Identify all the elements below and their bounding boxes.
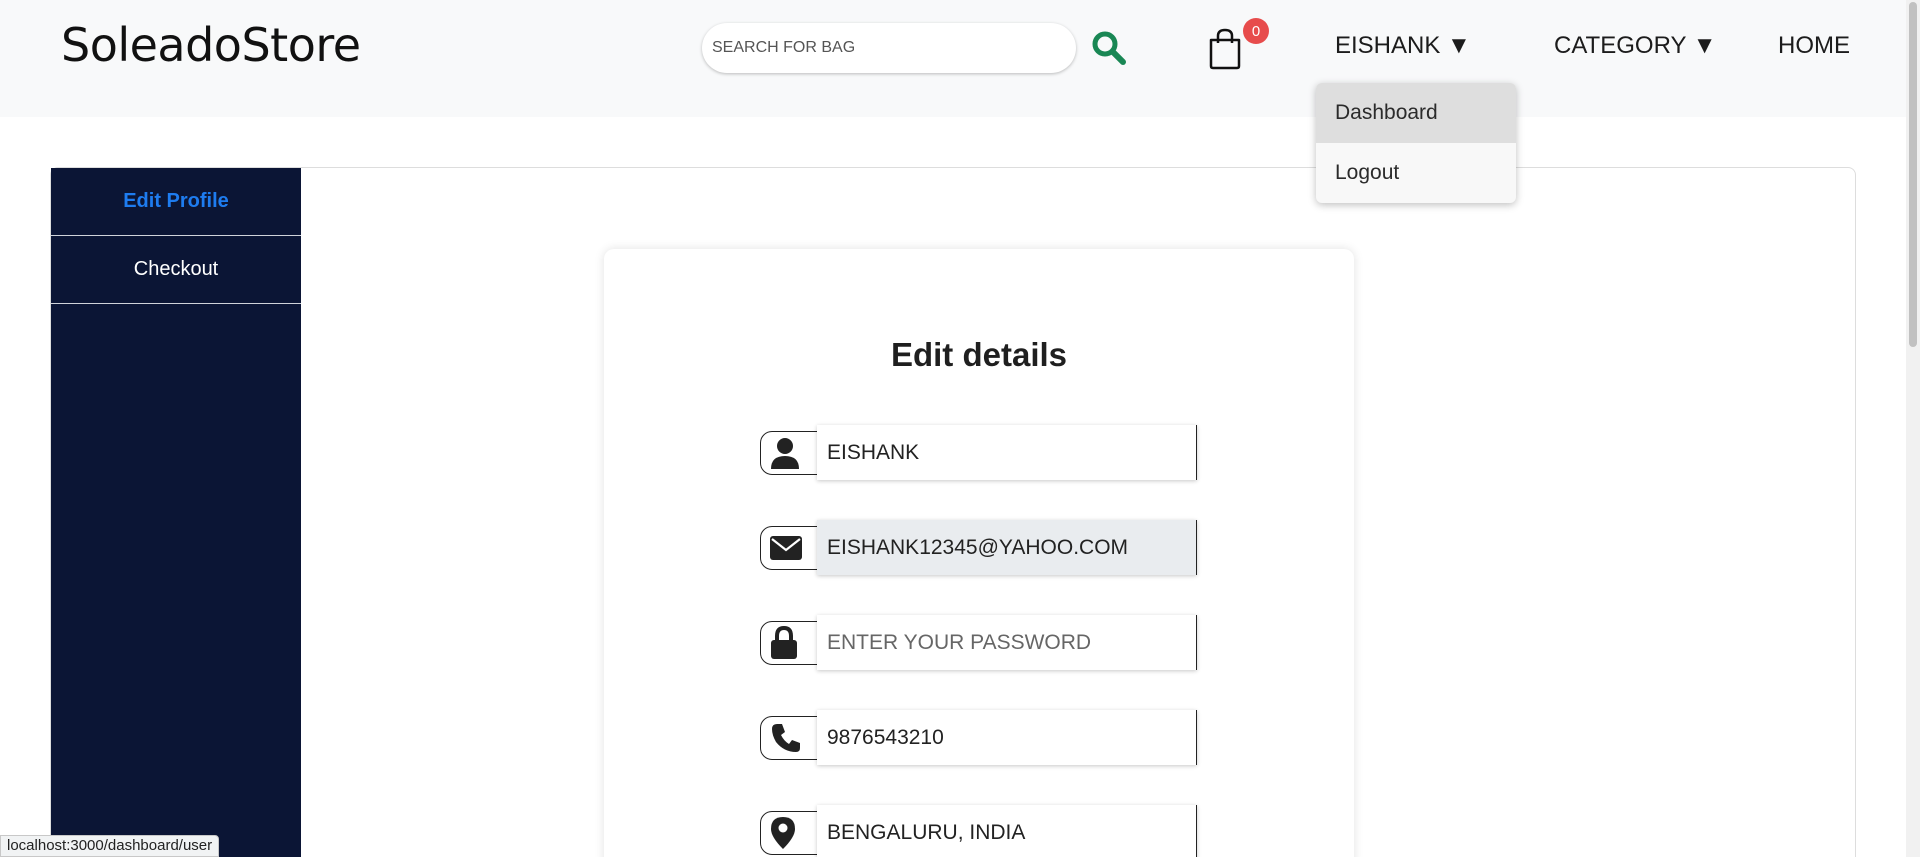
sidebar-item-checkout[interactable]: Checkout xyxy=(51,236,301,304)
email-field-row xyxy=(760,520,1197,575)
search-input[interactable] xyxy=(702,23,1076,73)
navbar: SoleadoStore 0 EISHANK ▼ CATEGORY ▼ HOME xyxy=(0,0,1920,117)
phone-icon xyxy=(760,716,820,760)
address-field-row xyxy=(760,805,1197,857)
address-input[interactable] xyxy=(817,805,1197,857)
email-input[interactable] xyxy=(817,520,1197,575)
form-title: Edit details xyxy=(890,336,1068,373)
cart-count-badge: 0 xyxy=(1243,18,1269,44)
category-menu-toggle[interactable]: CATEGORY ▼ xyxy=(1554,32,1716,60)
brand-logo[interactable]: SoleadoStore xyxy=(61,18,361,72)
phone-field-row xyxy=(760,710,1197,765)
scrollbar-thumb[interactable] xyxy=(1909,2,1917,347)
location-icon xyxy=(760,811,820,855)
user-dropdown-menu: Dashboard Logout xyxy=(1316,83,1516,203)
user-icon xyxy=(760,431,820,475)
shopping-bag-icon[interactable] xyxy=(1205,28,1245,70)
search-icon[interactable] xyxy=(1092,30,1126,66)
lock-icon xyxy=(760,621,820,665)
phone-input[interactable] xyxy=(817,710,1197,765)
name-field-row xyxy=(760,425,1197,480)
sidebar: Edit Profile Checkout xyxy=(51,168,301,857)
page-scrollbar[interactable] xyxy=(1906,0,1920,857)
dropdown-item-logout[interactable]: Logout xyxy=(1316,143,1516,203)
password-input[interactable] xyxy=(817,615,1197,670)
user-menu-toggle[interactable]: EISHANK ▼ xyxy=(1335,32,1471,60)
dropdown-item-dashboard[interactable]: Dashboard xyxy=(1316,83,1516,143)
status-bar-url: localhost:3000/dashboard/user xyxy=(0,835,220,857)
name-input[interactable] xyxy=(817,425,1197,480)
home-link[interactable]: HOME xyxy=(1778,32,1850,60)
envelope-icon xyxy=(760,526,820,570)
sidebar-item-edit-profile[interactable]: Edit Profile xyxy=(51,168,301,236)
password-field-row xyxy=(760,615,1197,670)
